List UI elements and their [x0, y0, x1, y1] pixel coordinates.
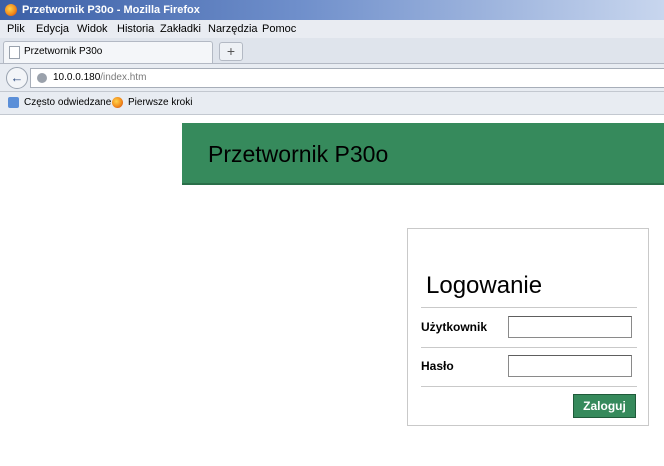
menu-item-historia[interactable]: Historia	[117, 20, 154, 38]
menu-item-edycja[interactable]: Edycja	[36, 20, 69, 38]
menu-item-widok[interactable]: Widok	[77, 20, 108, 38]
bookmark-pierwsze-kroki[interactable]: Pierwsze kroki	[112, 92, 192, 114]
divider	[421, 307, 637, 308]
page-content: Przetwornik P30o Logowanie Użytkownik Ha…	[0, 115, 664, 466]
firefox-icon	[5, 4, 17, 16]
url-bar[interactable]: 10.0.0.180/index.htm	[30, 68, 664, 88]
login-heading: Logowanie	[426, 272, 543, 299]
new-tab-button[interactable]: +	[219, 42, 243, 61]
page-icon	[9, 46, 20, 59]
bookmarks-bar: Często odwiedzane Pierwsze kroki	[0, 92, 664, 115]
url-path: /index.htm	[100, 72, 147, 83]
menu-item-zakladki[interactable]: Zakładki	[160, 20, 201, 38]
menu-item-narzedzia[interactable]: Narzędzia	[208, 20, 258, 38]
folder-icon	[8, 97, 19, 108]
tab-bar: Przetwornik P30o +	[0, 38, 664, 64]
username-label: Użytkownik	[421, 320, 488, 334]
password-input[interactable]	[508, 355, 632, 377]
menu-bar: Plik Edycja Widok Historia Zakładki Narz…	[0, 20, 664, 38]
navigation-bar: ← 10.0.0.180/index.htm	[0, 64, 664, 92]
login-panel: Logowanie Użytkownik Hasło Zaloguj	[407, 228, 649, 426]
page-header: Przetwornik P30o	[182, 123, 664, 185]
title-bar: Przetwornik P30o - Mozilla Firefox	[0, 0, 664, 20]
menu-item-plik[interactable]: Plik	[7, 20, 25, 38]
bookmark-label: Pierwsze kroki	[128, 97, 193, 108]
back-button[interactable]: ←	[6, 67, 28, 89]
firefox-icon	[112, 97, 123, 108]
divider	[421, 386, 637, 387]
bookmark-czesto-odwiedzane[interactable]: Często odwiedzane	[8, 92, 111, 114]
password-label: Hasło	[421, 359, 454, 373]
url-host: 10.0.0.180	[53, 72, 101, 83]
globe-icon	[37, 73, 47, 83]
window-title: Przetwornik P30o - Mozilla Firefox	[22, 4, 200, 16]
divider	[421, 347, 637, 348]
page-title: Przetwornik P30o	[208, 141, 389, 167]
tab-label: Przetwornik P30o	[24, 46, 103, 57]
bookmark-label: Często odwiedzane	[24, 97, 112, 108]
menu-item-pomoc[interactable]: Pomoc	[262, 20, 296, 38]
browser-window: Przetwornik P30o - Mozilla Firefox Plik …	[0, 0, 664, 466]
tab-active[interactable]: Przetwornik P30o	[3, 41, 213, 63]
login-button[interactable]: Zaloguj	[573, 394, 636, 418]
username-input[interactable]	[508, 316, 632, 338]
